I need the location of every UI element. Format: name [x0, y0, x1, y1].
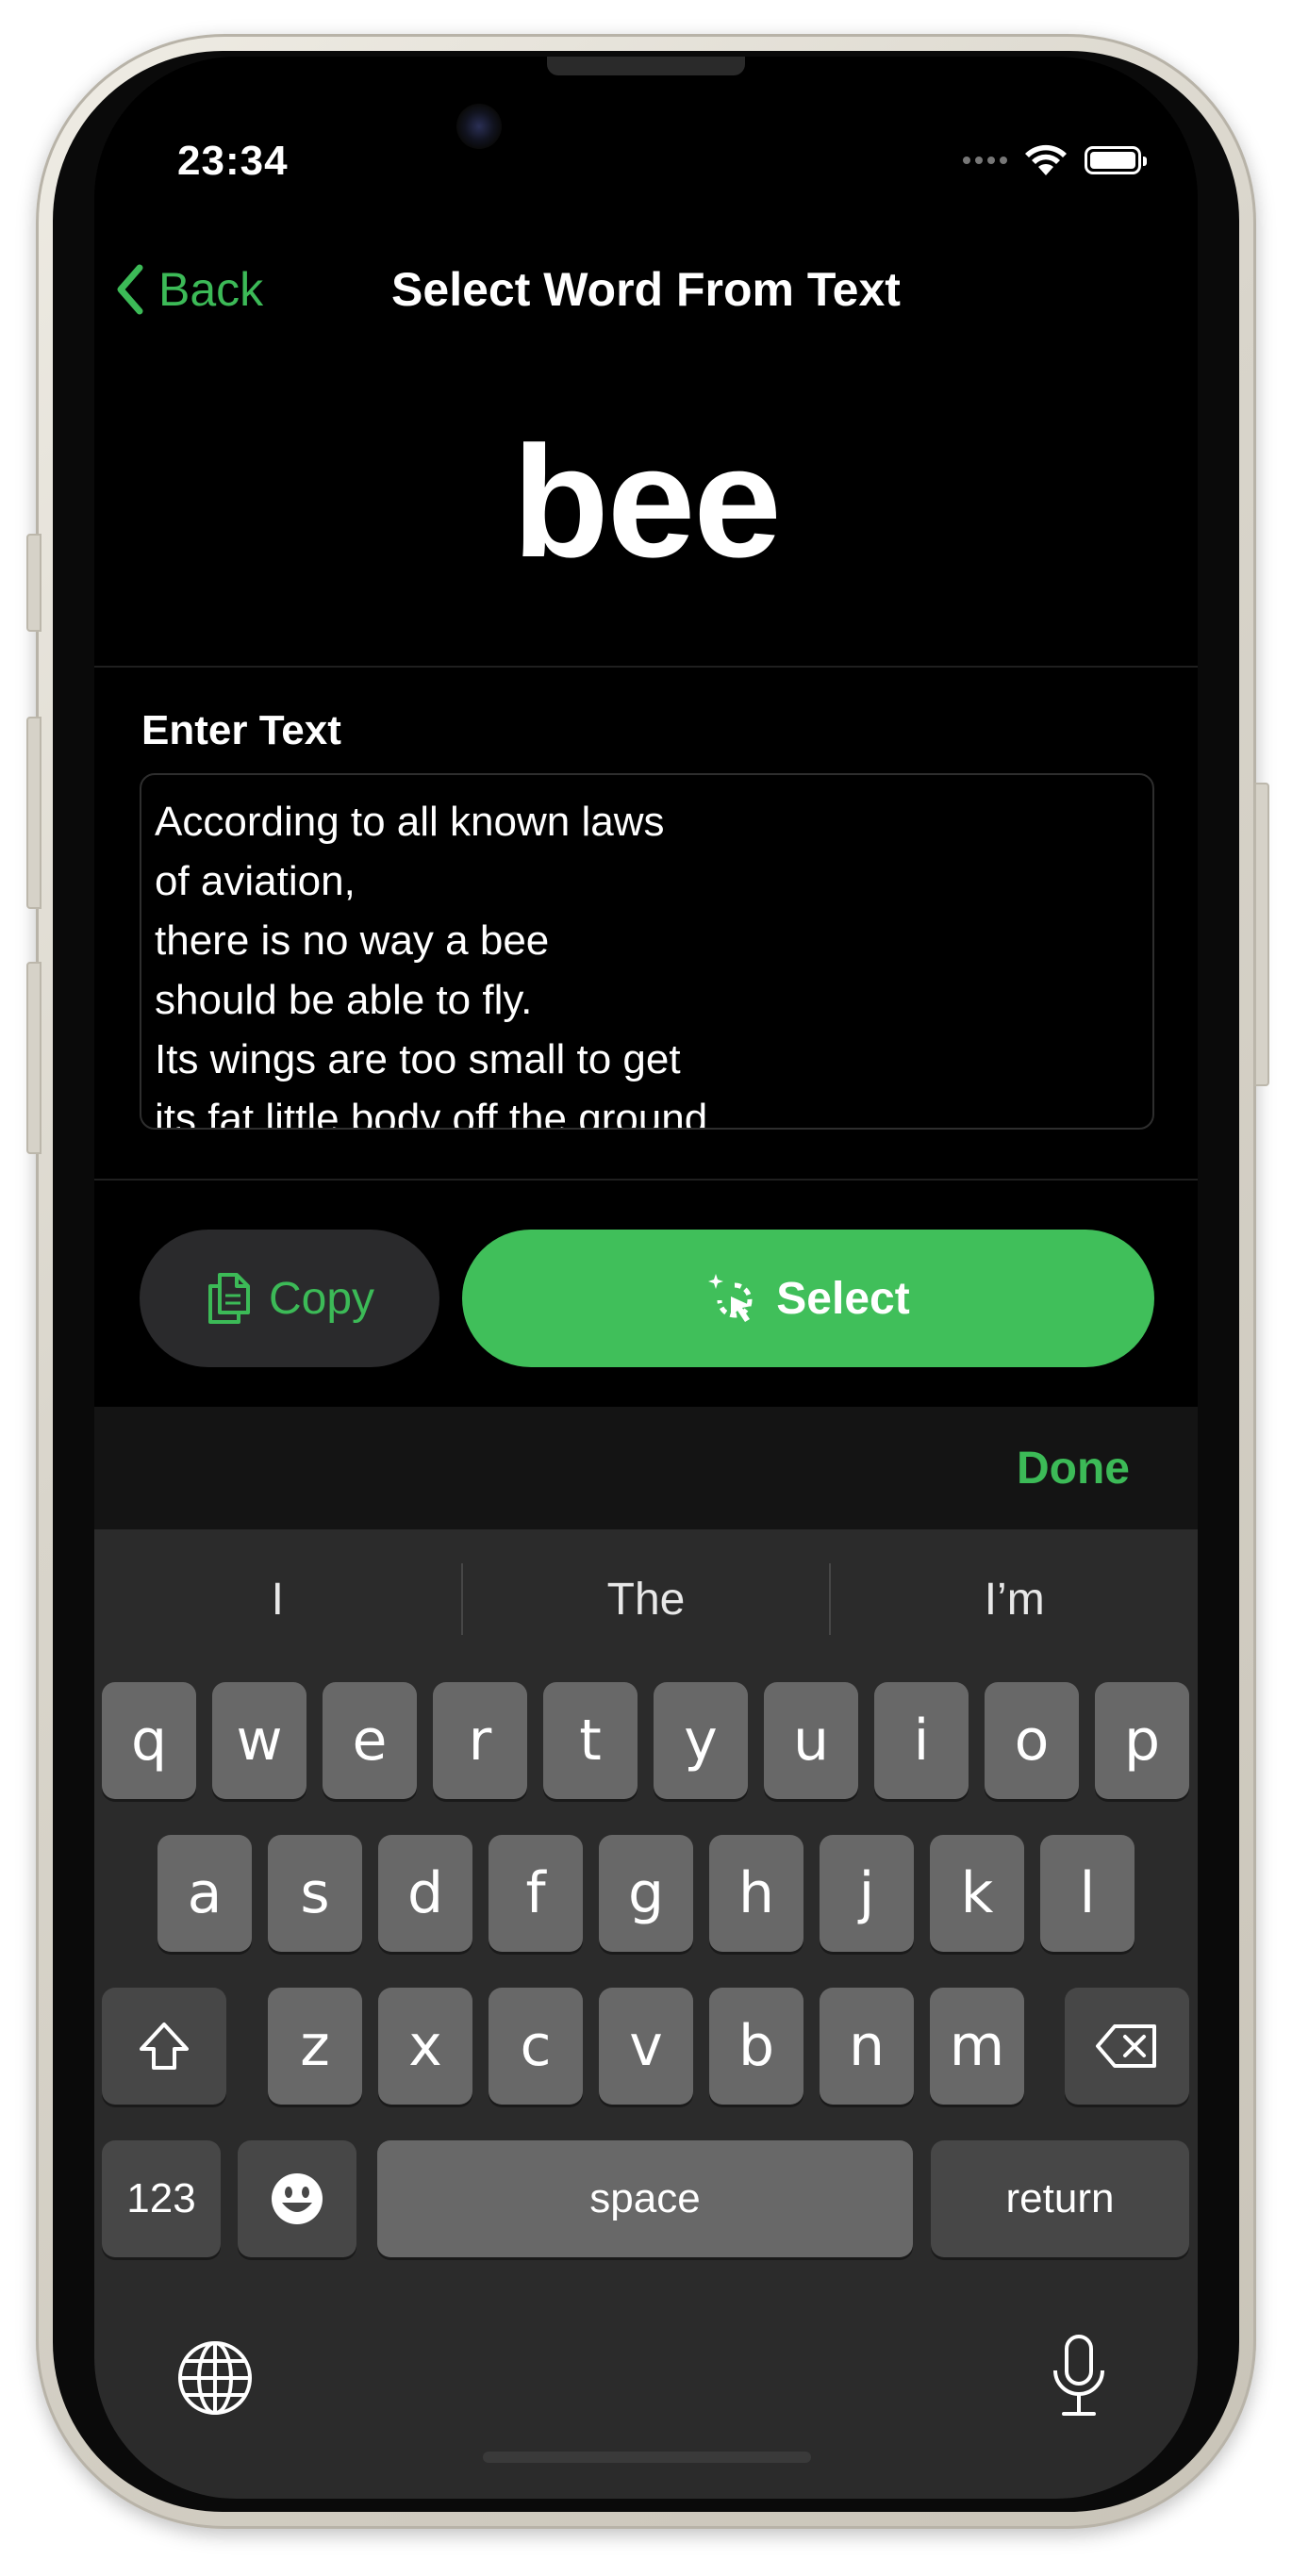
text-line: According to all known laws	[155, 799, 665, 845]
key-z[interactable]: z	[268, 1988, 362, 2105]
space-key[interactable]: space	[377, 2140, 913, 2257]
text-line: there is no way a bee	[155, 917, 550, 964]
chevron-left-icon	[117, 264, 143, 315]
delete-backspace-icon	[1096, 2024, 1156, 2068]
action-button	[26, 534, 41, 632]
key-d[interactable]: d	[378, 1835, 472, 1952]
emoji-key[interactable]	[238, 2140, 356, 2257]
phone-screen: 23:34 Back Select Word From Text bee Ent…	[94, 57, 1198, 2499]
copy-icon	[207, 1273, 250, 1324]
key-f[interactable]: f	[489, 1835, 583, 1952]
back-button[interactable]: Back	[115, 262, 263, 317]
key-t[interactable]: t	[543, 1682, 638, 1799]
select-magic-icon	[708, 1274, 753, 1322]
select-button[interactable]: Select	[462, 1230, 1154, 1367]
shift-icon	[140, 2023, 189, 2070]
emoji-icon	[272, 2173, 323, 2224]
enter-text-label: Enter Text	[141, 707, 341, 753]
key-j[interactable]: j	[820, 1835, 914, 1952]
text-line: should be able to fly.	[155, 977, 533, 1023]
return-key[interactable]: return	[931, 2140, 1189, 2257]
text-line: its fat little body off the ground.	[155, 1096, 720, 1130]
key-m[interactable]: m	[930, 1988, 1024, 2105]
keyboard: I The I’m q w e r t y u i o p a s d f g …	[94, 1529, 1198, 2499]
key-s[interactable]: s	[268, 1835, 362, 1952]
select-label: Select	[776, 1273, 910, 1324]
earpiece	[547, 57, 745, 75]
key-x[interactable]: x	[378, 1988, 472, 2105]
selected-word: bee	[512, 413, 782, 590]
key-a[interactable]: a	[157, 1835, 252, 1952]
key-o[interactable]: o	[985, 1682, 1079, 1799]
keyboard-accessory-bar: Done	[94, 1407, 1198, 1529]
volume-down-button	[26, 962, 41, 1154]
key-b[interactable]: b	[709, 1988, 803, 2105]
text-line: Its wings are too small to get	[155, 1036, 681, 1082]
volume-up-button	[26, 717, 41, 909]
key-c[interactable]: c	[489, 1988, 583, 2105]
battery-icon	[1085, 146, 1147, 174]
key-l[interactable]: l	[1040, 1835, 1135, 1952]
delete-key[interactable]	[1065, 1988, 1189, 2105]
divider	[94, 1179, 1198, 1181]
globe-icon[interactable]	[175, 2338, 255, 2418]
suggestion-item[interactable]: I’m	[831, 1561, 1198, 1637]
front-camera	[456, 104, 502, 149]
home-indicator	[483, 2452, 811, 2463]
key-w[interactable]: w	[212, 1682, 306, 1799]
copy-button[interactable]: Copy	[140, 1230, 439, 1367]
text-line: of aviation,	[155, 858, 356, 904]
microphone-icon[interactable]	[1049, 2333, 1109, 2419]
power-button	[1254, 783, 1269, 1086]
key-g[interactable]: g	[599, 1835, 693, 1952]
numbers-key[interactable]: 123	[102, 2140, 221, 2257]
key-h[interactable]: h	[709, 1835, 803, 1952]
copy-label: Copy	[268, 1273, 375, 1324]
key-n[interactable]: n	[820, 1988, 914, 2105]
key-p[interactable]: p	[1095, 1682, 1189, 1799]
key-k[interactable]: k	[930, 1835, 1024, 1952]
key-i[interactable]: i	[874, 1682, 969, 1799]
back-label: Back	[158, 263, 264, 316]
suggestion-item[interactable]: I	[94, 1561, 461, 1637]
cellular-signal-icon	[963, 157, 1007, 164]
key-y[interactable]: y	[654, 1682, 748, 1799]
divider	[94, 666, 1198, 668]
key-v[interactable]: v	[599, 1988, 693, 2105]
predictive-bar: I The I’m	[94, 1561, 1198, 1637]
key-e[interactable]: e	[323, 1682, 417, 1799]
status-icons	[963, 143, 1147, 177]
text-input-area[interactable]: According to all known laws of aviation,…	[140, 773, 1154, 1130]
status-time: 23:34	[177, 138, 289, 184]
key-q[interactable]: q	[102, 1682, 196, 1799]
suggestion-item[interactable]: The	[463, 1561, 830, 1637]
battery-level	[1090, 152, 1135, 169]
wifi-icon	[1025, 144, 1067, 175]
key-r[interactable]: r	[433, 1682, 527, 1799]
shift-key[interactable]	[102, 1988, 226, 2105]
done-button[interactable]: Done	[1017, 1443, 1130, 1494]
key-u[interactable]: u	[764, 1682, 858, 1799]
